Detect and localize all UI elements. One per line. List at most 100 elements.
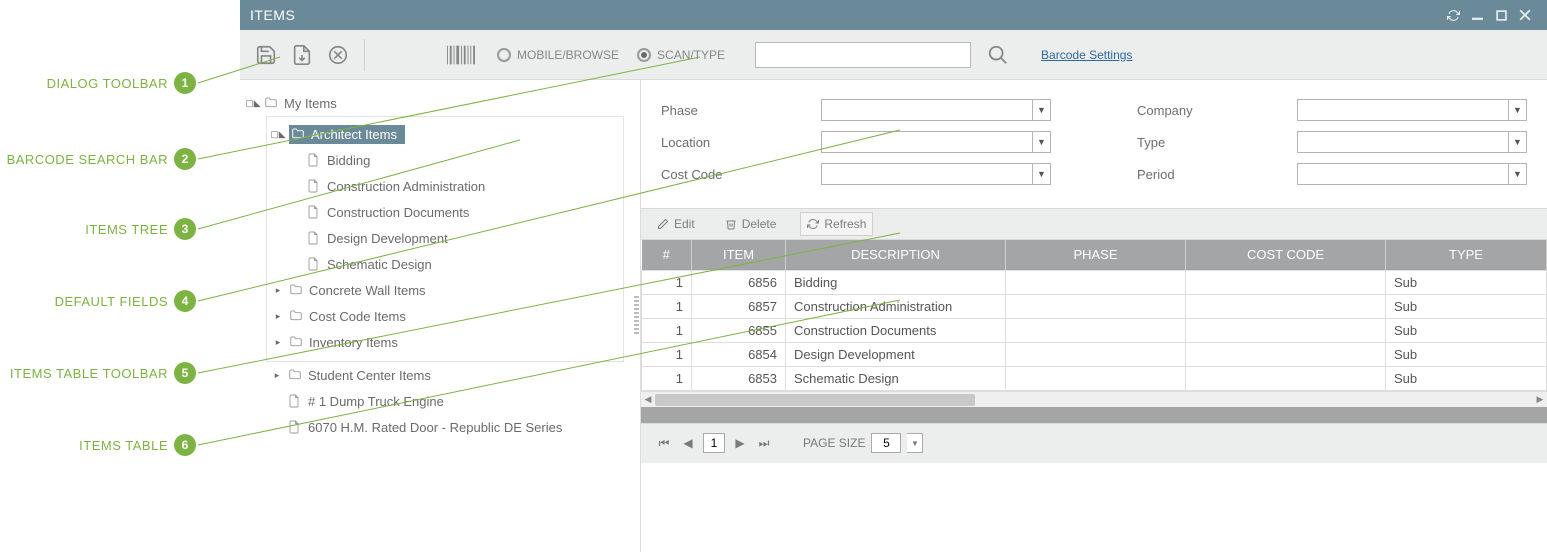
tree-leaf[interactable]: 6070 H.M. Rated Door - Republic DE Serie…	[266, 414, 624, 440]
document-icon	[307, 257, 321, 271]
caret-right-icon: ▸	[273, 337, 283, 348]
cell-item: 6855	[692, 318, 786, 342]
radio-scan-type[interactable]: SCAN/TYPE	[637, 48, 725, 62]
minimize-icon[interactable]	[1465, 3, 1489, 27]
horizontal-scrollbar[interactable]: ◀ ▶	[641, 391, 1547, 407]
app-window: ITEMS MOBILE/BROWSE SCAN/TYPE	[240, 0, 1547, 552]
cell-cost	[1186, 270, 1386, 294]
barcode-icon	[445, 39, 477, 71]
tree-leaf[interactable]: Schematic Design	[307, 251, 623, 277]
cancel-icon[interactable]	[322, 39, 354, 71]
pager-next-icon[interactable]: ▶	[731, 434, 749, 452]
caret-right-icon: ▸	[272, 370, 282, 381]
cell-idx: 1	[642, 366, 692, 390]
table-row[interactable]: 16853Schematic DesignSub	[642, 366, 1547, 390]
page-size-input[interactable]	[871, 433, 901, 453]
callout-label: BARCODE SEARCH BAR	[7, 152, 168, 167]
pager-prev-icon[interactable]: ◀	[679, 434, 697, 452]
refresh-button[interactable]: Refresh	[800, 212, 873, 236]
tree-node-architect[interactable]: ▢◣ Architect Items	[267, 121, 623, 147]
cell-phase	[1006, 366, 1186, 390]
filter-label: Company	[1137, 103, 1297, 118]
tree-label: Construction Administration	[327, 179, 485, 194]
barcode-settings-link[interactable]: Barcode Settings	[1041, 48, 1132, 62]
edit-button[interactable]: Edit	[651, 213, 701, 235]
radio-mobile-browse[interactable]: MOBILE/BROWSE	[497, 48, 619, 62]
col-header[interactable]: COST CODE	[1186, 240, 1386, 270]
type-combo[interactable]: ▼	[1297, 131, 1527, 153]
table-row[interactable]: 16854Design DevelopmentSub	[642, 342, 1547, 366]
filter-label: Period	[1137, 167, 1297, 182]
items-table: # ITEM DESCRIPTION PHASE COST CODE TYPE …	[641, 240, 1547, 391]
search-icon[interactable]	[987, 44, 1009, 66]
window-title: ITEMS	[250, 7, 295, 23]
cell-item: 6856	[692, 270, 786, 294]
page-size-dropdown[interactable]: ▼	[907, 433, 923, 453]
page-size-label: PAGE SIZE	[803, 436, 865, 450]
tree-leaf[interactable]: Construction Administration	[307, 173, 623, 199]
save-icon[interactable]	[250, 39, 282, 71]
costcode-combo[interactable]: ▼	[821, 163, 1051, 185]
cell-idx: 1	[642, 318, 692, 342]
location-combo[interactable]: ▼	[821, 131, 1051, 153]
tree-node[interactable]: ▸Student Center Items	[266, 362, 624, 388]
tree-node[interactable]: ▸Cost Code Items	[267, 303, 623, 329]
tree-leaf[interactable]: Design Development	[307, 225, 623, 251]
tree-node[interactable]: ▸ Inventory Items	[267, 329, 623, 355]
cell-cost	[1186, 366, 1386, 390]
cell-idx: 1	[642, 342, 692, 366]
pager-last-icon[interactable]: ⏭	[755, 434, 773, 452]
tree-node[interactable]: ▸Concrete Wall Items	[267, 277, 623, 303]
callout-badge: 2	[174, 148, 196, 170]
folder-icon	[289, 283, 303, 297]
phase-combo[interactable]: ▼	[821, 99, 1051, 121]
maximize-icon[interactable]	[1489, 3, 1513, 27]
table-row[interactable]: 16855Construction DocumentsSub	[642, 318, 1547, 342]
cell-type: Sub	[1386, 294, 1547, 318]
company-combo[interactable]: ▼	[1297, 99, 1527, 121]
scroll-thumb[interactable]	[655, 394, 975, 406]
cell-item: 6854	[692, 342, 786, 366]
col-header[interactable]: #	[642, 240, 692, 270]
caret-right-icon: ▸	[273, 285, 283, 296]
callout-badge: 5	[174, 362, 196, 384]
cell-phase	[1006, 294, 1186, 318]
pager-first-icon[interactable]: ⏮	[655, 434, 673, 452]
scroll-right-icon[interactable]: ▶	[1533, 392, 1547, 408]
splitter-handle[interactable]	[632, 80, 640, 552]
period-combo[interactable]: ▼	[1297, 163, 1527, 185]
cell-desc: Construction Administration	[786, 294, 1006, 318]
tree-leaf[interactable]: Construction Documents	[307, 199, 623, 225]
tree-label: Bidding	[327, 153, 370, 168]
tree-label: Inventory Items	[309, 335, 398, 350]
delete-button[interactable]: Delete	[719, 213, 783, 235]
document-icon	[288, 420, 302, 434]
tree-leaf[interactable]: Bidding	[307, 147, 623, 173]
items-table-toolbar: Edit Delete Refresh	[641, 208, 1547, 240]
radio-label: SCAN/TYPE	[657, 48, 725, 62]
tree-label: Architect Items	[311, 127, 397, 142]
table-row[interactable]: 16856BiddingSub	[642, 270, 1547, 294]
cell-desc: Construction Documents	[786, 318, 1006, 342]
pager-page-input[interactable]	[703, 433, 725, 453]
document-icon	[307, 205, 321, 219]
col-header[interactable]: PHASE	[1006, 240, 1186, 270]
close-icon[interactable]	[1513, 3, 1537, 27]
scroll-left-icon[interactable]: ◀	[641, 392, 655, 408]
export-icon[interactable]	[286, 39, 318, 71]
tree-leaf[interactable]: # 1 Dump Truck Engine	[266, 388, 624, 414]
callout-label: ITEMS TREE	[85, 222, 168, 237]
caret-down-icon: ▢◣	[248, 98, 258, 109]
col-header[interactable]: TYPE	[1386, 240, 1547, 270]
barcode-search-input[interactable]	[755, 42, 971, 68]
chevron-down-icon: ▼	[1508, 164, 1526, 184]
cell-cost	[1186, 342, 1386, 366]
table-row[interactable]: 16857Construction AdministrationSub	[642, 294, 1547, 318]
callout-badge: 3	[174, 218, 196, 240]
document-icon	[307, 179, 321, 193]
refresh-icon[interactable]	[1441, 3, 1465, 27]
col-header[interactable]: DESCRIPTION	[786, 240, 1006, 270]
table-header-row: # ITEM DESCRIPTION PHASE COST CODE TYPE	[642, 240, 1547, 270]
col-header[interactable]: ITEM	[692, 240, 786, 270]
tree-root[interactable]: ▢◣ My Items	[248, 90, 624, 116]
